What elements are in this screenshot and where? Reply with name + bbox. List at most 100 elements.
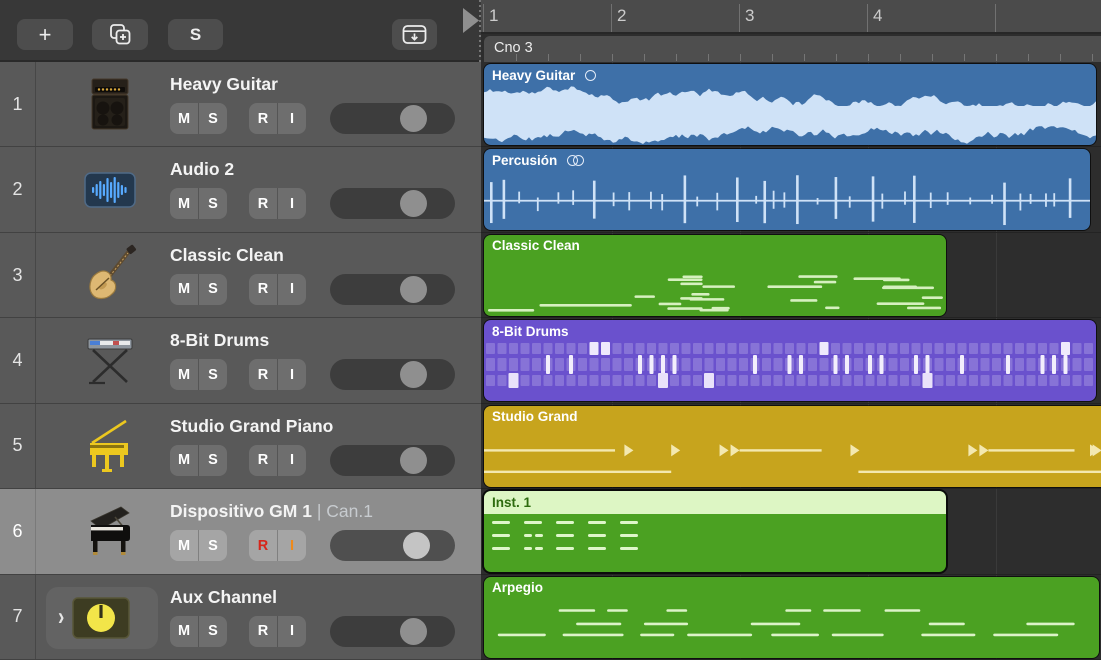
beat-tick [836,54,837,61]
bar-ruler[interactable]: 1234 [481,0,1101,34]
track-lane: Classic Clean [481,233,1101,318]
record-enable-button[interactable]: R [249,445,277,476]
track-disclosure-container[interactable]: › [46,587,158,649]
bar-gridline [483,4,484,32]
keyboard-stand-icon [83,330,137,390]
volume-slider[interactable] [330,274,455,305]
bar-gridline [739,4,740,32]
track-region[interactable]: Arpegio [484,577,1099,658]
record-input-group: R I [249,445,306,476]
mute-button[interactable]: M [170,359,198,390]
input-monitor-button[interactable]: I [277,445,306,476]
mute-solo-group: M S [170,616,227,647]
input-monitor-button[interactable]: I [277,530,306,561]
beat-tick [548,54,549,61]
volume-slider[interactable] [330,616,455,647]
solo-button[interactable]: S [198,530,227,561]
plus-icon: + [39,22,52,48]
record-enable-button[interactable]: R [249,188,277,219]
track-header-config-button[interactable] [392,19,437,50]
record-enable-button[interactable]: R [249,616,277,647]
solo-button[interactable]: S [198,616,227,647]
track-header-row[interactable]: 6 Dispositivo GM 1 | Can.1 M S R I [0,489,481,574]
disclosure-chevron-icon[interactable]: › [58,603,64,632]
arrangement-marker[interactable]: Cno 3 [484,36,1101,62]
record-input-group: R I [249,530,306,561]
track-region[interactable]: Studio Grand [484,406,1101,487]
mute-button[interactable]: M [170,274,198,305]
solo-button[interactable]: S [198,103,227,134]
mute-button[interactable]: M [170,616,198,647]
track-name: 8-Bit Drums [170,330,269,351]
duplicate-track-button[interactable] [92,19,148,50]
solo-button[interactable]: S [198,274,227,305]
solo-button[interactable]: S [198,445,227,476]
track-lane: Arpegio [481,575,1101,660]
track-header-row[interactable]: 4 8-Bit Drums M S R I [0,318,481,403]
volume-slider-knob[interactable] [403,532,430,559]
volume-slider-knob[interactable] [400,361,427,388]
mute-solo-group: M S [170,445,227,476]
track-region[interactable]: Inst. 1 [484,491,946,572]
track-icon [78,318,142,402]
record-enable-button[interactable]: R [249,274,277,305]
input-monitor-button[interactable]: I [277,616,306,647]
input-monitor-button[interactable]: I [277,103,306,134]
solo-button[interactable]: S [198,188,227,219]
beat-tick [868,54,869,61]
track-header-row[interactable]: 2 Audio 2 M S R I [0,147,481,232]
region-header: Arpegio [484,577,1099,599]
volume-slider[interactable] [330,188,455,219]
bar-gridline [867,4,868,32]
volume-slider-knob[interactable] [400,276,427,303]
region-header: Studio Grand [484,406,1101,428]
track-header-row[interactable]: 5 Studio Grand Piano M S R I [0,404,481,489]
beat-tick [932,54,933,61]
mute-button[interactable]: M [170,188,198,219]
input-monitor-button[interactable]: I [277,359,306,390]
track-header-row[interactable]: 3 Classic Clean M S R I [0,233,481,318]
track-region[interactable]: 8-Bit Drums [484,320,1096,401]
header-arrow-down-icon [401,23,428,47]
region-content [484,169,1090,230]
track-number: 3 [0,233,36,317]
track-lane: Percusión [481,147,1101,232]
track-region[interactable]: Heavy Guitar [484,64,1096,145]
region-label: Heavy Guitar [492,68,575,83]
volume-slider-knob[interactable] [400,105,427,132]
track-name: Studio Grand Piano [170,416,333,437]
input-monitor-button[interactable]: I [277,274,306,305]
input-monitor-button[interactable]: I [277,188,306,219]
arrange-timeline: Heavy Guitar Percusión Classic Clean 8-B… [481,62,1101,660]
track-name: Heavy Guitar [170,74,278,95]
beat-tick [580,54,581,61]
mute-button[interactable]: M [170,530,198,561]
record-enable-button[interactable]: R [249,103,277,134]
beat-tick [612,54,613,61]
add-track-button[interactable]: + [17,19,73,50]
record-enable-button[interactable]: R [249,359,277,390]
region-label: 8-Bit Drums [492,324,569,339]
mute-button[interactable]: M [170,103,198,134]
arrangement-marker-track[interactable]: Cno 3 [481,36,1101,62]
volume-slider[interactable] [330,359,455,390]
region-content [484,597,1099,658]
solo-button[interactable]: S [198,359,227,390]
volume-slider-knob[interactable] [400,190,427,217]
master-solo-button[interactable]: S [168,19,223,50]
volume-slider[interactable] [330,530,455,561]
mute-button[interactable]: M [170,445,198,476]
track-header-row[interactable]: 7 › Aux Channel M S R I [0,575,481,660]
track-header-row[interactable]: 1 Heavy Guitar M S R I [0,62,481,147]
beat-tick [804,54,805,61]
track-region[interactable]: Classic Clean [484,235,946,316]
volume-slider-knob[interactable] [400,618,427,645]
track-region[interactable]: Percusión [484,149,1090,230]
grand-piano-yellow-icon [82,417,138,475]
volume-slider-knob[interactable] [400,447,427,474]
volume-slider[interactable] [330,445,455,476]
track-name: Classic Clean [170,245,284,266]
volume-slider[interactable] [330,103,455,134]
record-enable-button[interactable]: R [249,530,277,561]
region-header: Classic Clean [484,235,946,257]
